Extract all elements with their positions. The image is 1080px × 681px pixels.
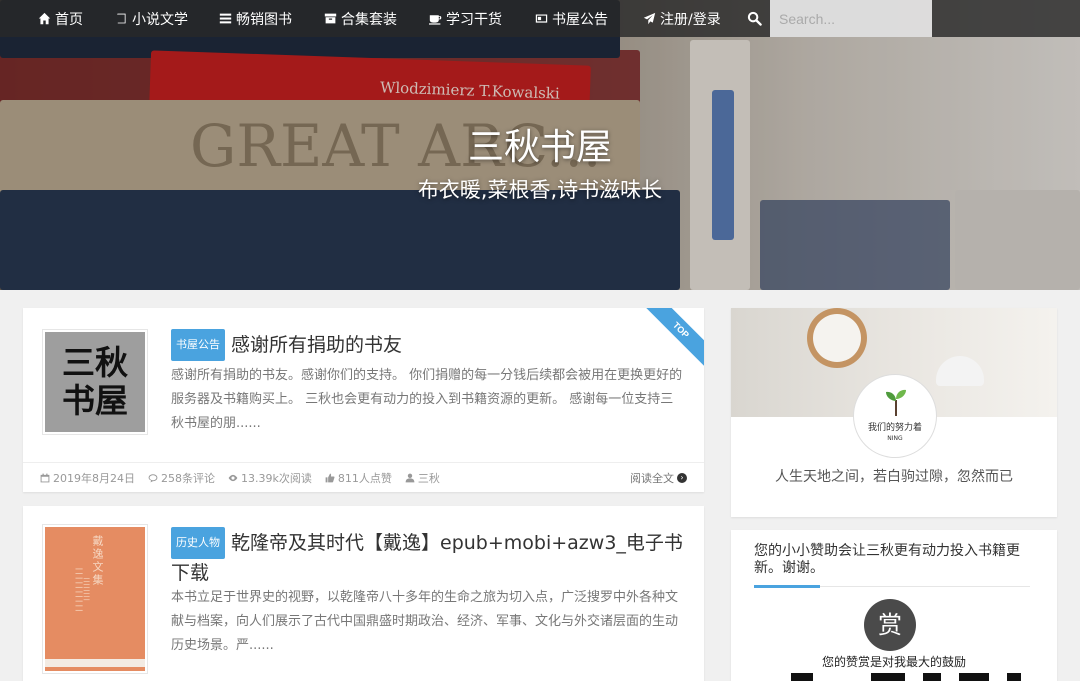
coffee-icon (429, 15, 442, 25)
post-comments-text: 258条评论 (161, 471, 215, 485)
home-icon (38, 12, 51, 25)
profile-motto: 人生天地之间，若白驹过隙，忽然而已 (775, 469, 1013, 485)
thumbnail-text: 书屋 (62, 381, 128, 420)
post-likes[interactable]: 811人点赞 (325, 470, 392, 486)
search-input[interactable] (770, 0, 932, 37)
post-meta: 2019年8月24日 258条评论 13.39k次阅读 811人点赞 三秋 阅读… (23, 462, 704, 492)
cover-title: 戴逸文集 (91, 535, 104, 587)
archive-icon (324, 13, 337, 24)
user-icon (405, 473, 415, 482)
nav-item-novels[interactable]: 小说文学 (115, 0, 188, 37)
clock-decoration (807, 308, 867, 368)
cover-decoration: ┃┃┃┃┃┃┃┃┃┃ (75, 567, 82, 614)
avatar-caption: 我们的努力着 (867, 423, 922, 433)
comment-icon (148, 473, 158, 482)
book-cover: 戴逸文集 ┃┃┃┃┃┃┃┃┃┃ ┃┃┃┃┃┃┃┃ (45, 527, 145, 671)
post-title-text[interactable]: 乾隆帝及其时代【戴逸】epub+mobi+azw3_电子书下载 (171, 532, 683, 584)
search-button[interactable] (740, 0, 768, 37)
category-badge[interactable]: 历史人物 (171, 527, 225, 559)
nav-item-label: 学习干货 (446, 11, 502, 28)
nav-item-label: 合集套装 (341, 11, 397, 28)
sidebar-profile-card: 我们的努力着 NING 人生天地之间，若白驹过隙，忽然而已 (731, 308, 1057, 517)
post-card: TOP 三秋 书屋 书屋公告 感谢所有捐助的书友 感谢所有捐助的书友。感谢你们的支… (23, 308, 704, 492)
nav-item-label: 书屋公告 (552, 11, 608, 28)
reward-title: 您的小小赞助会让三秋更有动力投入书籍更新。谢谢。 (754, 543, 1020, 576)
book-icon (117, 13, 126, 24)
read-more-text: 阅读全文 (630, 472, 674, 485)
post-author-text: 三秋 (417, 471, 440, 485)
nav-item-login[interactable]: 注册/登录 (643, 0, 721, 37)
post-title[interactable]: 书屋公告 感谢所有捐助的书友 (171, 329, 691, 361)
lamp-decoration (936, 356, 984, 386)
thumbnail-text: 三秋 (62, 343, 128, 382)
post-views-text: 13.39k次阅读 (241, 471, 312, 485)
post-thumbnail[interactable]: 三秋 书屋 (42, 329, 148, 435)
send-icon (643, 12, 656, 25)
cover-footer (45, 659, 145, 667)
post-card: 戴逸文集 ┃┃┃┃┃┃┃┃┃┃ ┃┃┃┃┃┃┃┃ 历史人物 乾隆帝及其时代【戴逸】… (23, 506, 704, 681)
reward-button[interactable]: 赏 (864, 599, 916, 651)
post-excerpt: 感谢所有捐助的书友。感谢你们的支持。 你们捐赠的每一分钱后续都会被用在更换更好的… (171, 368, 683, 431)
thumbnail-logo: 三秋 书屋 (45, 332, 145, 432)
nav-item-home[interactable]: 首页 (38, 0, 83, 37)
sidebar-reward-card: 您的小小赞助会让三秋更有动力投入书籍更新。谢谢。 赏 您的赞赏是对我最大的鼓励 (731, 530, 1057, 681)
list-icon (219, 13, 232, 24)
nav-item-label: 首页 (55, 11, 83, 28)
thumbs-up-icon (325, 473, 335, 482)
card-icon (535, 14, 548, 23)
cover-decoration: ┃┃┃┃┃┃┃┃ (83, 577, 89, 602)
chevron-right-icon: › (677, 473, 687, 483)
reward-text: 您的赞赏是对我最大的鼓励 (821, 655, 966, 669)
nav-item-bestsellers[interactable]: 畅销图书 (219, 0, 292, 37)
site-subtitle: 布衣暖,菜根香,诗书滋味长 (417, 178, 663, 202)
post-excerpt: 本书立足于世界史的视野，以乾隆帝八十多年的生命之旅为切入点，广泛搜罗中外各种文献… (171, 590, 679, 653)
post-title-text[interactable]: 感谢所有捐助的书友 (231, 334, 402, 356)
post-date: 2019年8月24日 (40, 470, 135, 486)
divider-accent (754, 585, 820, 588)
nav-item-study[interactable]: 学习干货 (429, 0, 502, 37)
post-title[interactable]: 历史人物 乾隆帝及其时代【戴逸】epub+mobi+azw3_电子书下载 (171, 527, 691, 587)
search-icon (747, 11, 762, 26)
read-more-link[interactable]: 阅读全文 › (630, 463, 687, 492)
nav-item-label: 畅销图书 (236, 11, 292, 28)
avatar[interactable]: 我们的努力着 NING (854, 375, 936, 457)
reward-image-fragment (791, 673, 1021, 681)
hero-banner: Wlodzimierz T.Kowalski GREAT ARC... 三秋书屋… (0, 0, 1080, 290)
eye-icon (228, 474, 238, 481)
post-likes-text: 811人点赞 (337, 471, 392, 485)
category-badge[interactable]: 书屋公告 (171, 329, 225, 361)
calendar-icon (40, 473, 50, 482)
post-date-text: 2019年8月24日 (53, 471, 135, 485)
top-nav: 首页 小说文学 畅销图书 合集套装 学习干货 书屋公告 注册/登录 (0, 0, 1080, 37)
avatar-caption-sub: NING (887, 435, 903, 442)
post-comments[interactable]: 258条评论 (148, 470, 215, 486)
post-thumbnail[interactable]: 戴逸文集 ┃┃┃┃┃┃┃┃┃┃ ┃┃┃┃┃┃┃┃ (42, 524, 148, 674)
nav-item-label: 小说文学 (132, 11, 188, 28)
nav-item-label: 注册/登录 (660, 11, 721, 28)
nav-item-announcements[interactable]: 书屋公告 (535, 0, 608, 37)
post-author[interactable]: 三秋 (405, 470, 440, 486)
nav-item-collections[interactable]: 合集套装 (324, 0, 397, 37)
post-views: 13.39k次阅读 (228, 470, 312, 486)
site-title[interactable]: 三秋书屋 (0, 118, 1080, 170)
sprout-icon (886, 389, 906, 416)
